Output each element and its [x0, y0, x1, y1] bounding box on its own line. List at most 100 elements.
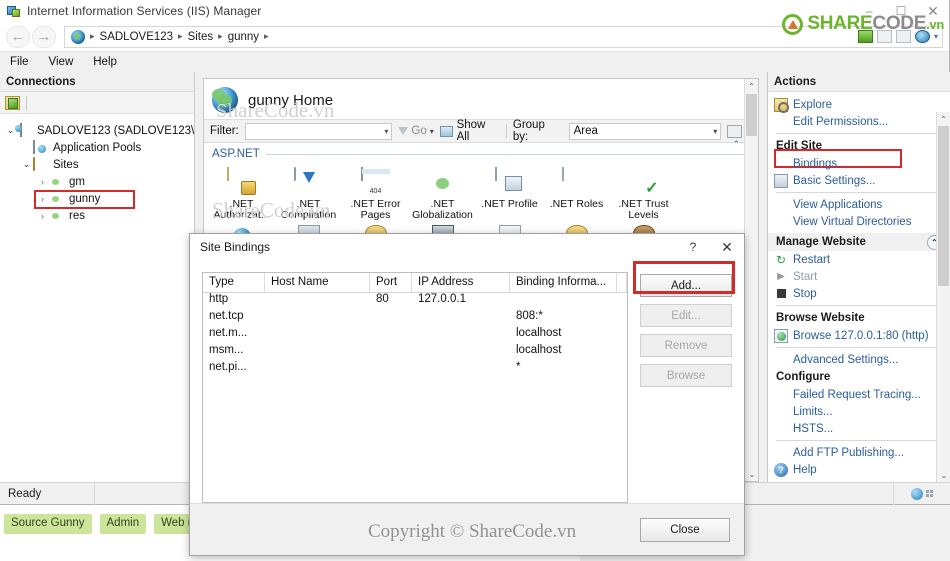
action-view-applications[interactable]: View Applications [768, 196, 950, 213]
remove-binding-button[interactable]: Remove [640, 334, 732, 357]
table-row[interactable]: http 80 127.0.0.1 [203, 293, 627, 310]
scroll-up-icon[interactable]: ⌃ [937, 112, 950, 126]
feature-group-header: ASP.NET [204, 143, 758, 162]
feature-net-globalization[interactable]: .NET Globalization [409, 164, 476, 223]
table-row[interactable]: net.m... localhost [203, 327, 627, 344]
connect-to-server-icon[interactable] [5, 95, 20, 110]
site-globe-icon [49, 192, 65, 206]
divider [776, 305, 942, 306]
twisty-icon[interactable]: › [36, 194, 49, 204]
tree-node-gunny[interactable]: › gunny [0, 190, 194, 207]
toolbar-separator [505, 124, 507, 138]
table-row[interactable]: net.tcp 808:* [203, 310, 627, 327]
net-compilation-icon [293, 167, 324, 196]
background-tag[interactable]: Source Gunny [4, 514, 92, 534]
browse-binding-button[interactable]: Browse [640, 364, 732, 387]
dialog-close-icon[interactable]: ✕ [710, 234, 744, 260]
feature-net-trust-levels[interactable]: .NET Trust Levels [610, 164, 677, 223]
view-mode-icon[interactable] [727, 124, 742, 138]
action-add-ftp-publishing[interactable]: Add FTP Publishing... [768, 444, 950, 461]
filter-input[interactable]: ▾ [244, 122, 393, 140]
scroll-thumb[interactable] [938, 126, 949, 286]
breadcrumb-item-gunny[interactable]: gunny [228, 31, 259, 43]
column-header-host-name[interactable]: Host Name [265, 273, 370, 292]
toolbar-separator [26, 95, 27, 110]
action-start[interactable]: ▶ Start [768, 268, 950, 285]
scroll-down-icon[interactable]: ⌄ [745, 467, 758, 481]
table-row[interactable]: net.pi... * [203, 361, 627, 378]
column-header-port[interactable]: Port [370, 273, 412, 292]
action-limits[interactable]: Limits... [768, 403, 950, 420]
cell-binding-information: localhost [516, 344, 562, 356]
action-label: Stop [793, 287, 817, 300]
action-failed-request-tracing[interactable]: Failed Request Tracing... [768, 386, 950, 403]
scroll-thumb[interactable] [746, 94, 757, 136]
column-header-type[interactable]: Type [203, 273, 265, 292]
net-profile-icon [494, 167, 525, 196]
tree-node-res[interactable]: › res [0, 207, 194, 224]
twisty-icon[interactable]: ⌄ [20, 159, 33, 170]
column-header-binding-information[interactable]: Binding Informa... [510, 273, 617, 292]
go-button[interactable]: Go ▾ [398, 125, 434, 137]
scroll-down-icon[interactable]: ⌄ [937, 468, 950, 482]
tree-node-label: gm [69, 175, 85, 188]
action-basic-settings[interactable]: Basic Settings... [768, 172, 950, 189]
logo-share-text: SHARE [807, 13, 873, 34]
feature-net-roles[interactable]: .NET Roles [543, 164, 610, 223]
group-collapse-icon[interactable]: ⌃ [732, 139, 740, 150]
action-label: Explore [793, 98, 832, 111]
cell-binding-information: localhost [516, 327, 562, 339]
breadcrumb-separator-icon: ▸ [218, 31, 223, 41]
action-browse-site[interactable]: Browse 127.0.0.1:80 (http) [768, 327, 950, 344]
action-label: Restart [793, 253, 831, 266]
add-button-highlight-box [633, 261, 735, 294]
tree-node-gm[interactable]: › gm [0, 173, 194, 190]
tree-node-application-pools[interactable]: Application Pools [0, 139, 194, 156]
group-by-select[interactable]: Area ▾ [568, 122, 722, 140]
table-row[interactable]: msm... localhost [203, 344, 627, 361]
breadcrumb-item-server[interactable]: SADLOVE123 [100, 31, 174, 43]
action-hsts[interactable]: HSTS... [768, 420, 950, 437]
feature-net-compilation[interactable]: .NET Compilation [275, 164, 342, 223]
dialog-help-button[interactable]: ? [676, 234, 710, 260]
feature-label: .NET Profile [481, 198, 538, 210]
feature-net-authorization[interactable]: .NET Authorizat... [208, 164, 275, 223]
scroll-up-icon[interactable]: ⌃ [745, 79, 758, 93]
action-restart[interactable]: ↻ Restart [768, 251, 950, 268]
action-help[interactable]: ? Help [768, 461, 950, 478]
action-bindings[interactable]: Bindings... [768, 155, 950, 172]
group-by-value: Area [573, 125, 598, 137]
column-header-ip-address[interactable]: IP Address [412, 273, 510, 292]
feature-label: .NET Authorizat... [213, 198, 270, 221]
tree-node-server[interactable]: ⌄ SADLOVE123 (SADLOVE123\DELL) [0, 122, 194, 139]
action-advanced-settings[interactable]: Advanced Settings... [768, 351, 950, 368]
edit-binding-button[interactable]: Edit... [640, 304, 732, 327]
background-tag[interactable]: Admin [99, 514, 147, 534]
content-scrollbar[interactable]: ⌃ ⌄ [744, 79, 758, 481]
action-explore[interactable]: Explore [768, 96, 950, 113]
cell-type: http [209, 293, 229, 305]
menu-item-file[interactable]: File [10, 56, 29, 68]
back-arrow-icon[interactable]: ← [6, 25, 30, 48]
action-label: Add FTP Publishing... [793, 446, 905, 459]
breadcrumb-item-sites[interactable]: Sites [188, 31, 214, 43]
feature-net-error-pages[interactable]: .NET Error Pages [342, 164, 409, 223]
cell-host-name [265, 327, 370, 344]
menu-item-help[interactable]: Help [93, 56, 117, 68]
action-view-virtual-directories[interactable]: View Virtual Directories [768, 213, 950, 230]
tree-node-sites[interactable]: ⌄ Sites [0, 156, 194, 173]
show-all-button[interactable]: Show All [439, 119, 500, 143]
breadcrumb-globe-icon [71, 29, 85, 44]
forward-arrow-icon[interactable]: → [32, 25, 56, 48]
menu-item-view[interactable]: View [49, 56, 74, 68]
twisty-icon[interactable]: › [36, 211, 49, 221]
bindings-table[interactable]: Type Host Name Port IP Address Binding I… [202, 272, 628, 503]
net-globalization-icon [428, 168, 458, 196]
action-stop[interactable]: Stop [768, 285, 950, 302]
feature-net-profile[interactable]: .NET Profile [476, 164, 543, 223]
feature-label: .NET Globalization [412, 198, 473, 221]
folder-icon [33, 156, 49, 172]
action-edit-permissions[interactable]: Edit Permissions... [768, 113, 950, 130]
twisty-icon[interactable]: › [36, 177, 49, 187]
close-dialog-button[interactable]: Close [640, 517, 730, 542]
